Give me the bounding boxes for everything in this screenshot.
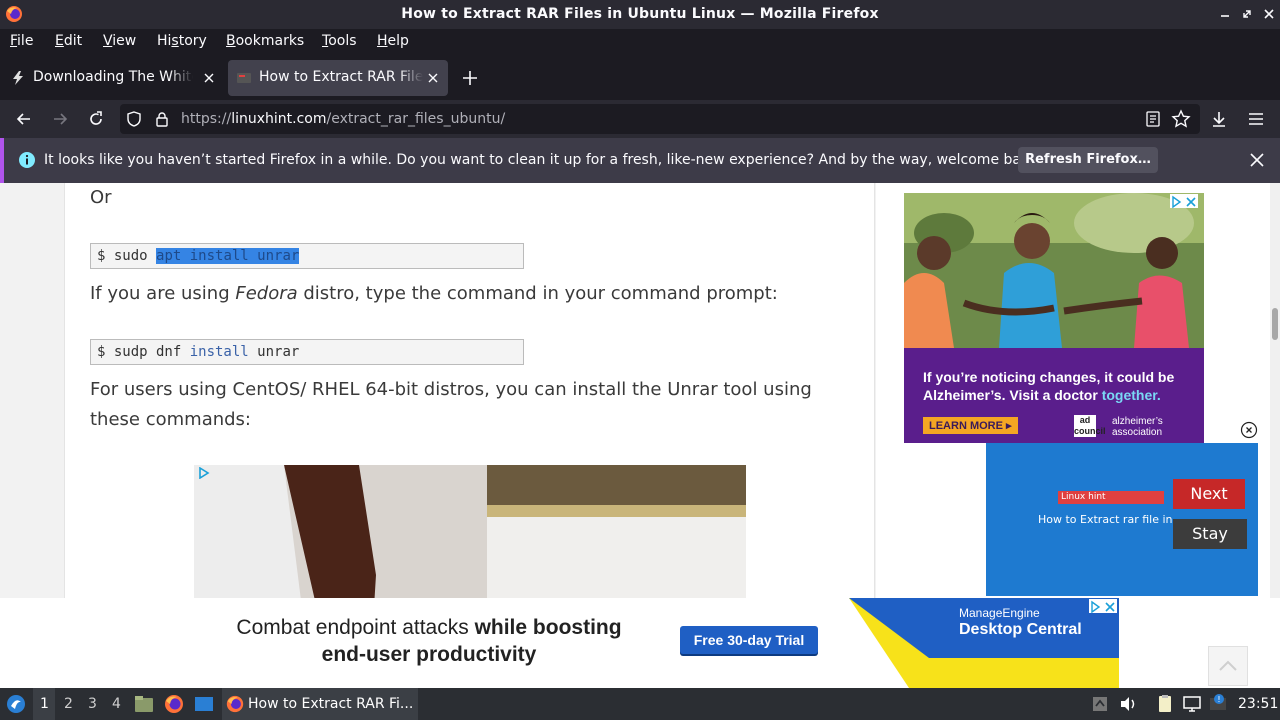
file-manager-icon[interactable]	[133, 693, 155, 715]
downloads-icon[interactable]	[1209, 109, 1229, 129]
workspace-1[interactable]: 1	[40, 696, 49, 712]
refresh-firefox-notification: It looks like you haven’t started Firefo…	[0, 138, 1280, 183]
fedora-paragraph: If you are using Fedora distro, type the…	[90, 283, 778, 304]
menu-help[interactable]: Help	[377, 33, 409, 49]
taskbar-firefox-task[interactable]: How to Extract RAR Fi...	[222, 688, 418, 720]
close-window-icon[interactable]	[1261, 6, 1277, 22]
tab-strip: Downloading The White House How to Extra…	[0, 56, 1280, 100]
alzheimers-association-logo: alzheimer’s association	[1112, 416, 1163, 438]
tab-downloading[interactable]: Downloading The White House	[2, 60, 224, 96]
update-notifier-icon[interactable]: !	[1207, 693, 1229, 715]
workspace-2[interactable]: 2	[64, 696, 73, 712]
back-icon[interactable]	[14, 109, 34, 129]
code-block-dnf[interactable]: $ sudp dnf install unrar	[90, 339, 524, 365]
firefox-icon	[226, 695, 244, 713]
linuxhint-favicon-icon	[237, 73, 251, 83]
close-notification-icon[interactable]	[1248, 151, 1266, 169]
lightning-icon	[13, 71, 23, 85]
url-bar[interactable]: https://linuxhint.com/extract_rar_files_…	[120, 104, 1200, 134]
close-tab-icon[interactable]	[426, 71, 440, 85]
scroll-to-top-button[interactable]	[1208, 646, 1248, 686]
video-title: How to Extract rar file in ...	[1038, 513, 1187, 526]
url-text[interactable]: https://linuxhint.com/extract_rar_files_…	[181, 111, 505, 127]
ad-photo	[904, 193, 1204, 348]
workspace-4[interactable]: 4	[112, 696, 121, 712]
close-video-ad-icon[interactable]	[1240, 421, 1258, 439]
tab-label: Downloading The White House	[33, 69, 193, 85]
banner-line-2: end-user productivity	[321, 643, 537, 666]
video-site-label: Linux hint	[1058, 491, 1164, 504]
app-menu-icon[interactable]	[1246, 109, 1266, 129]
reload-icon[interactable]	[86, 109, 106, 129]
window-title: How to Extract RAR Files in Ubuntu Linux…	[401, 6, 879, 22]
refresh-firefox-button[interactable]: Refresh Firefox…	[1018, 147, 1158, 173]
ad-message: If you’re noticing changes, it could be …	[923, 369, 1175, 403]
menu-file[interactable]: File	[10, 33, 33, 49]
stay-button[interactable]: Stay	[1173, 519, 1247, 549]
code-block-apt[interactable]: $ sudo apt install unrar	[90, 243, 524, 269]
svg-text:!: !	[1217, 695, 1220, 704]
adchoices-icon[interactable]	[1170, 195, 1198, 209]
manageengine-ad[interactable]: Combat endpoint attacks while boosting e…	[149, 598, 1119, 688]
adchoices-icon[interactable]	[1089, 600, 1117, 614]
manageengine-logo: ManageEngine	[959, 606, 1040, 620]
close-tab-icon[interactable]	[202, 71, 216, 85]
ad-council-logo: ad council	[1074, 415, 1106, 437]
task-label: How to Extract RAR Fi...	[248, 696, 414, 712]
workspace-3[interactable]: 3	[88, 696, 97, 712]
tracking-shield-icon[interactable]	[125, 110, 143, 128]
taskbar: 1 2 3 4 How to Extract RAR Fi... ! 23:51	[0, 688, 1280, 720]
menu-tools[interactable]: Tools	[322, 33, 357, 49]
network-icon[interactable]	[1181, 693, 1203, 715]
forward-icon[interactable]	[50, 109, 70, 129]
bottom-ad-banner: Combat endpoint attacks while boosting e…	[0, 598, 1280, 688]
menu-view[interactable]: View	[103, 33, 136, 49]
desktop-icon[interactable]	[193, 693, 215, 715]
tab-label: How to Extract RAR Files in Ubuntu	[259, 69, 423, 85]
alzheimers-ad[interactable]: If you’re noticing changes, it could be …	[904, 193, 1204, 443]
tab-extract-rar[interactable]: How to Extract RAR Files in Ubuntu	[228, 60, 448, 96]
banner-line-1: Combat endpoint attacks while boosting	[236, 616, 622, 639]
bookmark-star-icon[interactable]	[1171, 109, 1191, 129]
firefox-launcher-icon[interactable]	[163, 693, 185, 715]
new-tab-icon[interactable]	[460, 68, 480, 88]
tray-up-icon[interactable]	[1089, 693, 1111, 715]
clipboard-icon[interactable]	[1154, 693, 1176, 715]
page-content: Or $ sudo apt install unrar If you are u…	[0, 183, 1280, 688]
free-trial-button[interactable]: Free 30-day Trial	[680, 626, 818, 654]
adchoices-badge[interactable]	[1170, 194, 1198, 209]
selected-text[interactable]: apt install unrar	[156, 248, 300, 264]
menu-bar: File Edit View History Bookmarks Tools H…	[0, 29, 1280, 56]
maximize-icon[interactable]	[1239, 6, 1255, 22]
navigation-toolbar: https://linuxhint.com/extract_rar_files_…	[0, 100, 1280, 138]
menu-edit[interactable]: Edit	[55, 33, 82, 49]
start-menu-icon[interactable]	[5, 693, 27, 715]
adchoices-badge[interactable]	[1089, 599, 1117, 614]
or-text: Or	[90, 187, 112, 208]
minimize-icon[interactable]	[1217, 6, 1233, 22]
desktop-central-logo: Desktop Central	[959, 621, 1082, 638]
info-icon	[19, 152, 35, 168]
window-titlebar: How to Extract RAR Files in Ubuntu Linux…	[0, 0, 1280, 29]
chevron-up-icon	[1219, 660, 1237, 671]
adchoices-icon[interactable]	[198, 467, 210, 479]
next-video-button[interactable]: Next	[1173, 479, 1245, 509]
volume-icon[interactable]	[1117, 693, 1139, 715]
menu-bookmarks[interactable]: Bookmarks	[226, 33, 304, 49]
reader-view-icon[interactable]	[1144, 110, 1162, 128]
scrollbar-thumb[interactable]	[1272, 308, 1278, 340]
learn-more-button[interactable]: LEARN MORE ▸	[923, 417, 1018, 434]
clock[interactable]: 23:51	[1238, 696, 1278, 712]
lock-icon[interactable]	[153, 110, 171, 128]
centos-paragraph: For users using CentOS/ RHEL 64-bit dist…	[90, 379, 812, 430]
menu-history[interactable]: History	[157, 33, 207, 49]
notification-message: It looks like you haven’t started Firefo…	[44, 152, 1043, 168]
